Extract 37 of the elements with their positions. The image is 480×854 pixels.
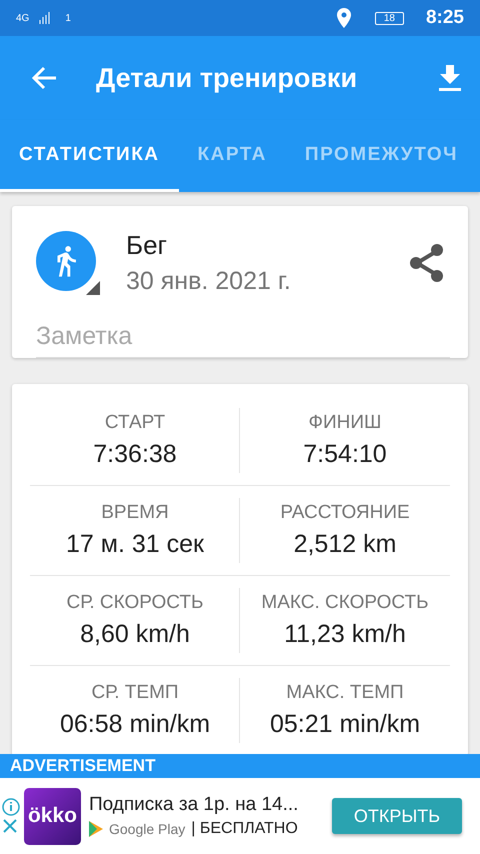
stat-label: СТАРТ	[104, 412, 166, 434]
stat-value: 8,60 km/h	[80, 620, 190, 649]
stat-value: 7:54:10	[303, 440, 387, 469]
stat-label: ВРЕМЯ	[101, 502, 169, 524]
clock: 8:25	[426, 7, 464, 29]
tab[interactable]: ПРОМЕЖУТОЧ	[286, 120, 477, 192]
corner-icon	[86, 281, 100, 295]
workout-date: 30 янв. 2021 г.	[126, 267, 292, 296]
app-logo: ökko	[24, 788, 81, 844]
close-icon[interactable]	[2, 818, 18, 834]
play-icon	[89, 821, 103, 837]
ad-price: | БЕСПЛАТНО	[191, 820, 298, 838]
stat-value: 11,23 km/h	[284, 620, 406, 649]
stat-value: 7:36:38	[93, 440, 177, 469]
stat-value: 06:58 min/km	[60, 710, 210, 739]
stat-label: СР. ТЕМП	[91, 682, 179, 704]
stat-label: ФИНИШ	[308, 412, 382, 434]
screen-title: Детали тренировки	[96, 62, 358, 94]
ad-header: ADVERTISEMENT	[0, 754, 480, 778]
stat-value: 17 м. 31 сек	[66, 530, 204, 559]
stat-label: РАССТОЯНИЕ	[280, 502, 410, 524]
stat-label: СР. СКОРОСТЬ	[66, 592, 204, 614]
open-button[interactable]: ОТКРЫТЬ	[332, 798, 462, 834]
info-icon[interactable]	[2, 798, 20, 816]
tab[interactable]: СТАТИСТИКА	[0, 120, 179, 192]
stat-value: 2,512 km	[294, 530, 396, 559]
location-icon	[336, 8, 351, 28]
stat-label: МАКС. ТЕМП	[286, 682, 404, 704]
tab[interactable]: КАРТА	[178, 120, 286, 192]
stat-value: 05:21 min/km	[270, 710, 420, 739]
activity-name: Бег	[126, 230, 168, 261]
store-name: Google Play	[109, 821, 186, 837]
ad-title: Подписка за 1р. на 14...	[89, 794, 300, 816]
sim-number: 1	[65, 12, 71, 24]
stat-label: МАКС. СКОРОСТЬ	[261, 592, 429, 614]
battery-level: 18	[374, 12, 404, 24]
network-type: 4G	[16, 12, 30, 24]
